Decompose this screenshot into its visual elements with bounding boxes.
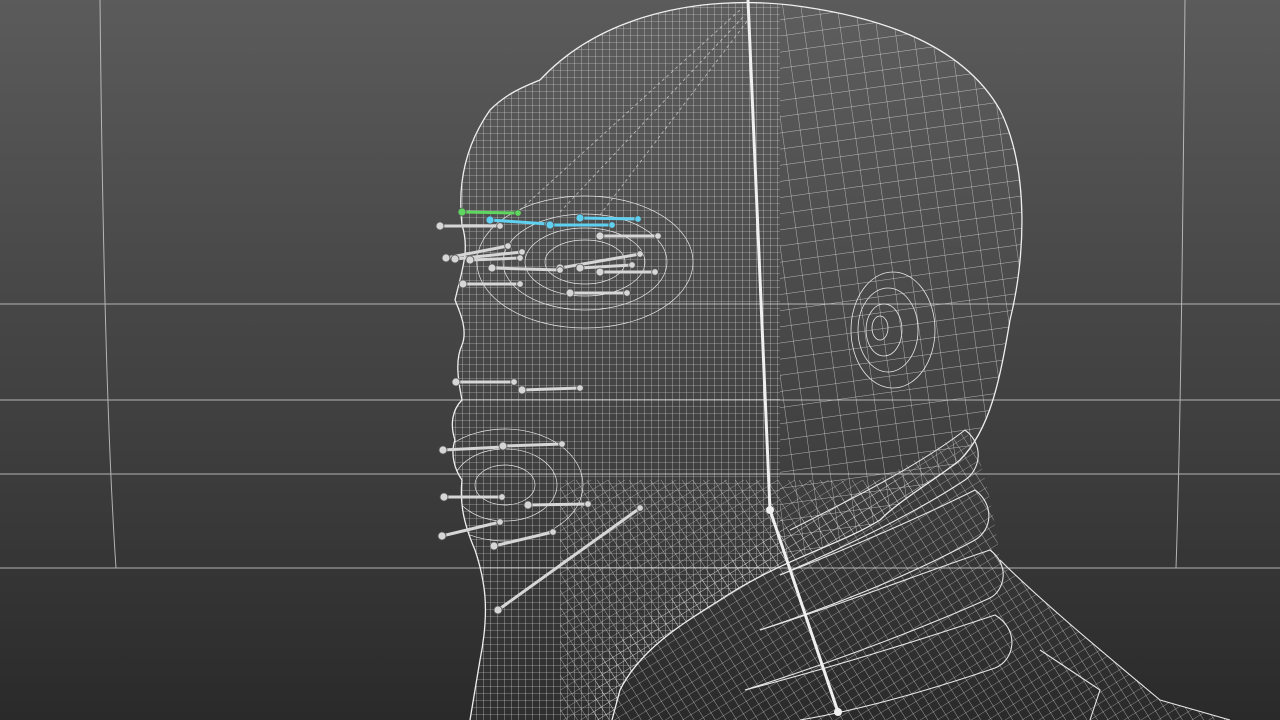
lid-inner-c-ctrl-tip-joint[interactable] [516,254,524,262]
3d-viewport[interactable] [0,0,1280,720]
lower-lip-ctrl-tip-joint[interactable] [498,493,506,501]
upper-lid-inner-ctrl-tip-joint[interactable] [496,222,504,230]
upper-lid-outer-ctrl-root-joint[interactable] [595,231,605,241]
eye-corner-ctrl-root-joint[interactable] [487,263,497,273]
chin-lower-ctrl-root-joint[interactable] [489,541,499,551]
lower-lid-inner-ctrl-root-joint[interactable] [458,279,468,289]
lower-lip-ctrl-root-joint[interactable] [439,492,449,502]
lip-corner-ctrl-tip-joint[interactable] [584,500,592,508]
chin-upper-ctrl-root-joint[interactable] [437,531,447,541]
chin-upper-ctrl-tip-joint[interactable] [496,518,504,526]
nose-tip-ctrl-root-joint[interactable] [451,377,461,387]
upper-lip-ctrl-root-joint[interactable] [438,445,448,455]
nostril-ctrl-root-joint[interactable] [517,385,527,395]
lip-corner-ctrl-root-joint[interactable] [523,500,533,510]
eye-corner-ctrl-tip-joint[interactable] [556,266,564,274]
lid-inner-a-ctrl-tip-joint[interactable] [504,242,512,250]
viewport-scene[interactable] [0,0,1280,720]
lid-outer-c-ctrl-root-joint[interactable] [595,267,605,277]
brow-inner-ctrl-tip-joint[interactable] [514,209,522,217]
brow-tip-ctrl-root-joint[interactable] [575,213,585,223]
brow-mid-ctrl-root-joint[interactable] [485,215,495,225]
head-mesh[interactable] [0,0,1280,720]
lid-inner-a-ctrl-root-joint[interactable] [441,253,451,263]
lid-outer-b-ctrl-tip-joint[interactable] [628,261,636,269]
lid-outer-a-ctrl-tip-joint[interactable] [636,250,644,258]
lid-inner-b-ctrl-root-joint[interactable] [450,254,460,264]
jaw-ctrl-tip-joint[interactable] [636,504,644,512]
chin-lower-ctrl-tip-joint[interactable] [549,528,557,536]
lid-outer-b-ctrl-root-joint[interactable] [575,263,585,273]
upper-lip-corner-ctrl-tip-joint[interactable] [558,440,566,448]
lid-inner-b-ctrl-tip-joint[interactable] [518,248,526,256]
lower-lid-outer-ctrl-tip-joint[interactable] [623,289,631,297]
nose-tip-ctrl-tip-joint[interactable] [510,378,518,386]
nostril-ctrl-tip-joint[interactable] [576,384,584,392]
brow-outer-ctrl-root-joint[interactable] [545,220,555,230]
upper-lid-outer-ctrl-tip-joint[interactable] [654,232,662,240]
brow-outer-ctrl-tip-joint[interactable] [608,221,616,229]
lid-inner-c-ctrl-root-joint[interactable] [465,255,475,265]
brow-tip-ctrl-tip-joint[interactable] [634,215,642,223]
lower-lid-outer-ctrl-root-joint[interactable] [565,288,575,298]
upper-lid-inner-ctrl-root-joint[interactable] [435,221,445,231]
brow-inner-ctrl-root-joint[interactable] [457,207,467,217]
lower-lid-inner-ctrl-tip-joint[interactable] [516,280,524,288]
lid-outer-c-ctrl-tip-joint[interactable] [651,268,659,276]
jaw-ctrl-root-joint[interactable] [493,605,503,615]
upper-lip-corner-ctrl-root-joint[interactable] [498,441,508,451]
